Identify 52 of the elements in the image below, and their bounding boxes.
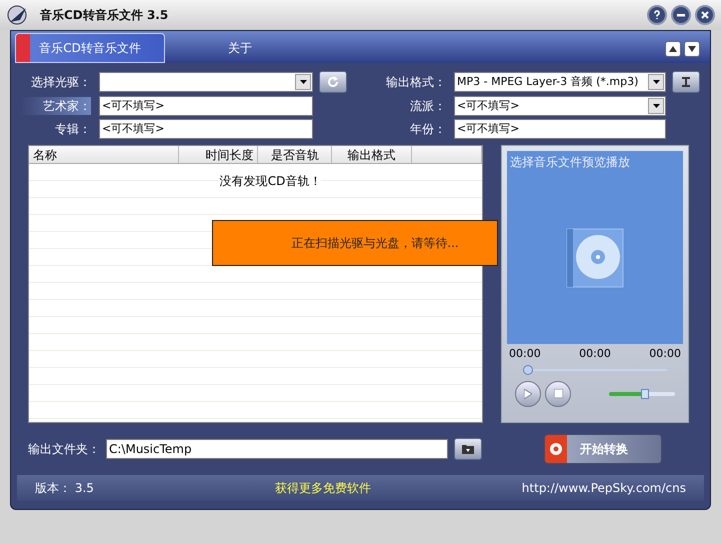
website-link[interactable]: http://www.PepSky.com/cns — [522, 479, 686, 497]
window-title: 音乐CD转音乐文件 3.5 — [40, 7, 168, 24]
output-folder-label: 输出文件夹： — [28, 441, 100, 458]
input-field[interactable]: <可不填写> — [99, 119, 313, 139]
stop-button[interactable] — [545, 380, 571, 406]
folder-icon — [462, 444, 474, 454]
tab[interactable]: 音乐CD转音乐文件 — [15, 33, 165, 63]
field-label: 流派： — [409, 98, 446, 115]
collapse-button[interactable] — [665, 41, 681, 57]
refresh-button[interactable] — [319, 71, 347, 93]
volume-slider[interactable] — [609, 388, 675, 398]
up-arrow-icon — [669, 46, 677, 52]
empty-table-message: 没有发现CD音轨！ — [220, 172, 322, 188]
preview-title: 选择音乐文件预览播放 — [509, 154, 631, 171]
browse-folder-button[interactable] — [454, 438, 482, 460]
time-label: 00:00 — [649, 346, 681, 362]
time-label: 00:00 — [579, 346, 611, 362]
refresh-icon — [327, 76, 339, 88]
dropdown-field[interactable] — [99, 72, 313, 92]
close-button[interactable] — [695, 5, 715, 25]
down-arrow-icon — [688, 46, 696, 52]
help-button[interactable] — [647, 5, 667, 25]
disc-icon — [548, 441, 564, 457]
tab[interactable]: 关于 — [165, 33, 315, 63]
play-icon — [524, 388, 532, 398]
minimize-button[interactable] — [671, 5, 691, 25]
close-icon — [700, 10, 710, 20]
info-button[interactable] — [672, 71, 700, 93]
field-label: 选择光驱： — [30, 74, 91, 91]
field-label: 专辑： — [54, 121, 91, 138]
output-folder-field[interactable]: C:\MusicTemp — [106, 439, 448, 459]
field-label: 输出格式： — [385, 74, 446, 91]
column-header[interactable]: 时间长度 — [178, 146, 258, 163]
info-icon — [681, 77, 691, 87]
column-header[interactable]: 输出格式 — [332, 146, 412, 163]
dropdown-field[interactable]: MP3 - MPEG Layer-3 音频 (*.mp3) — [454, 72, 666, 92]
stop-icon — [554, 389, 562, 398]
time-label: 00:00 — [509, 346, 541, 362]
expand-button[interactable] — [684, 41, 700, 57]
input-field[interactable]: <可不填写> — [454, 119, 666, 139]
field-label: 艺术家： — [21, 97, 91, 115]
play-button[interactable] — [515, 380, 541, 406]
more-software-link[interactable]: 获得更多免费软件 — [275, 479, 371, 497]
version-text: 版本： 3.5 — [35, 480, 95, 497]
scanning-message: 正在扫描光驱与光盘，请等待... — [291, 235, 459, 252]
column-header[interactable]: 名称 — [29, 146, 179, 163]
field-label: 年份： — [409, 121, 446, 138]
position-slider[interactable] — [523, 364, 667, 374]
dropdown-field[interactable]: <可不填写> — [454, 96, 666, 116]
column-header[interactable]: 是否音轨 — [258, 146, 332, 163]
input-field[interactable]: <可不填写> — [99, 96, 313, 116]
help-icon — [652, 10, 662, 20]
